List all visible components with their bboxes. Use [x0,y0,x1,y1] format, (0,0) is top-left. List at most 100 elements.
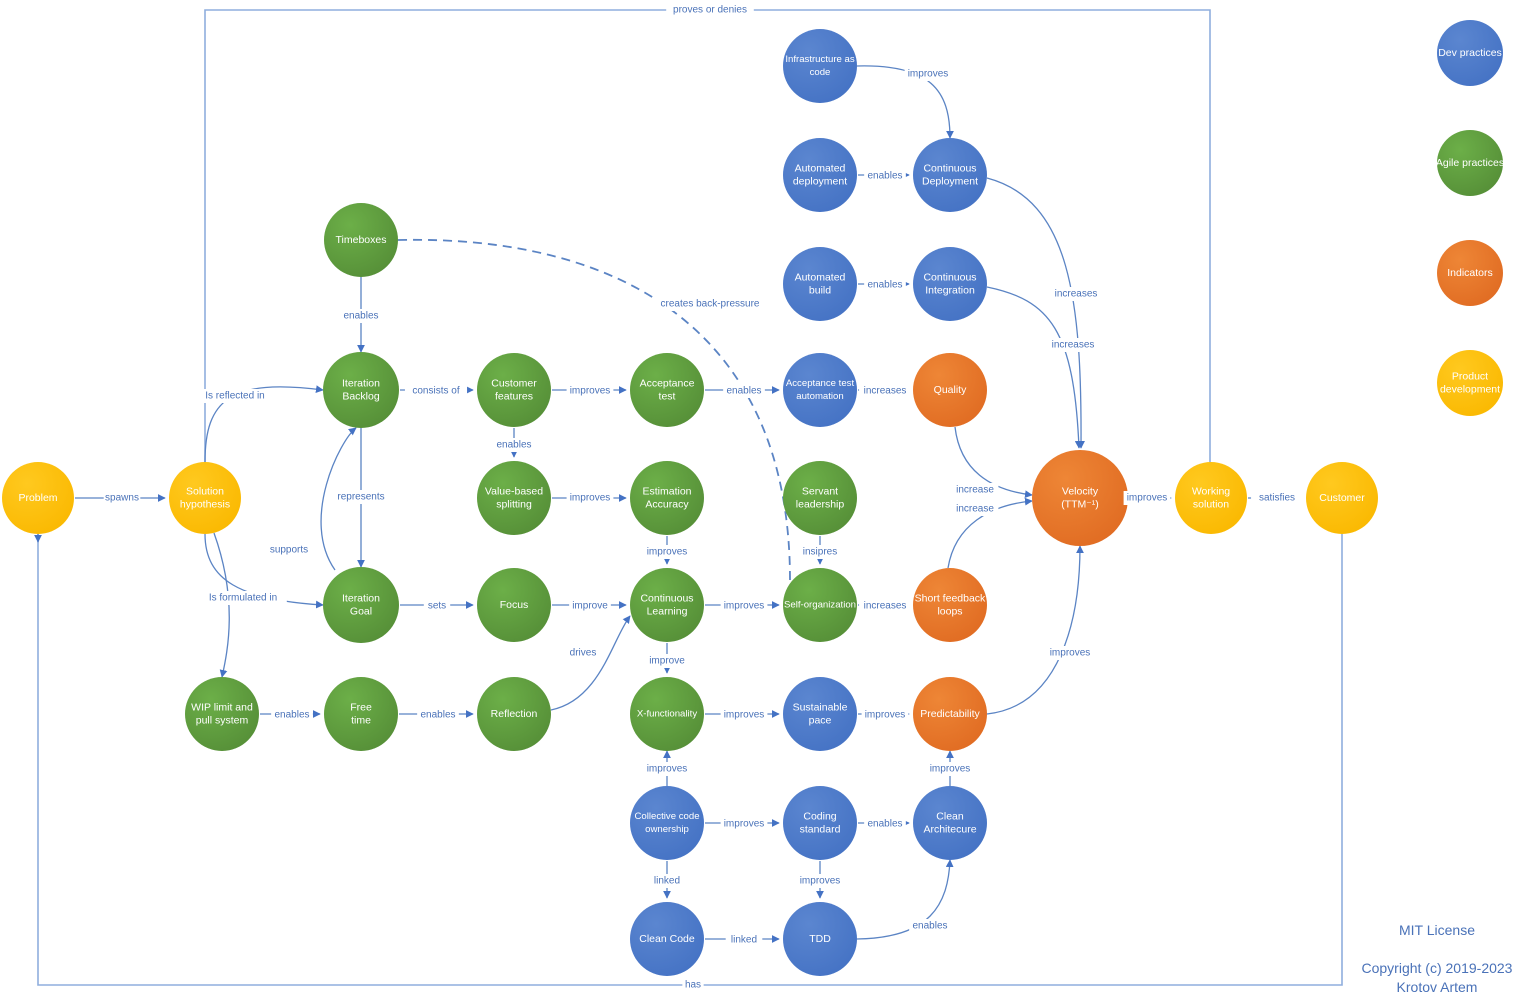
node-circle-automated-build[interactable] [783,247,857,321]
node-tdd[interactable]: TDD [783,902,857,976]
node-clean-code[interactable]: Clean Code [630,902,704,976]
node-estimation-accuracy[interactable]: EstimationAccuracy [630,461,704,535]
node-value-based-splitting[interactable]: Value-basedsplitting [477,461,551,535]
node-circle-short-feedback-loops[interactable] [913,568,987,642]
node-collective-code-ownership[interactable]: Collective codeownership [630,786,704,860]
node-reflection[interactable]: Reflection [477,677,551,751]
node-circle-problem[interactable] [2,462,74,534]
node-circle-servant-leadership[interactable] [783,461,857,535]
node-solution-hypothesis[interactable]: Solutionhypothesis [169,462,241,534]
edge-label-solution-hypothesis-to-iteration-backlog: Is reflected in [205,391,264,402]
edge-label-servant-leadership-to-self-organization: insipres [803,547,837,558]
node-circle-continuous-integration[interactable] [913,247,987,321]
node-circle-working-solution[interactable] [1175,462,1247,534]
node-sustainable-pace[interactable]: Sustainablepace [783,677,857,751]
node-coding-standard[interactable]: Codingstandard [783,786,857,860]
diagram-canvas: Problem Solution hypothesis Timeboxes Iterat… [0,0,1527,1005]
node-circle-clean-architecure[interactable] [913,786,987,860]
node-continuous-deployment[interactable]: ContinuousDeployment [913,138,987,212]
node-predictability[interactable]: Predictability [913,677,987,751]
node-circle-acceptance-test[interactable] [630,353,704,427]
node-circle-self-organization[interactable] [783,568,857,642]
node-circle-continuous-learning[interactable] [630,568,704,642]
node-circle-collective-code-ownership[interactable] [630,786,704,860]
legend-label: Agile practices [1436,157,1504,169]
node-circle-coding-standard[interactable] [783,786,857,860]
node-automated-deployment[interactable]: Automateddeployment [783,138,857,212]
node-circle-velocity[interactable] [1032,450,1128,546]
node-circle-x-functionality[interactable] [630,677,704,751]
edge-label-acceptance-test-automation-to-quality: increases [864,386,907,397]
edge-label-iteration-backlog-to-iteration-goal: represents [337,492,384,503]
node-circle-clean-code[interactable] [630,902,704,976]
node-circle-iteration-goal[interactable] [323,567,399,643]
edge-label-customer-features-to-acceptance-test: improves [570,386,611,397]
legend-item-agile-practices: Agile practices [1436,130,1504,196]
node-x-functionality[interactable]: X-functionality [630,677,704,751]
edge-label-working-solution-to-customer: satisfies [1259,493,1295,504]
node-infrastructure-as-code[interactable]: Infrastructure ascode [783,29,857,103]
node-circle-tdd[interactable] [783,902,857,976]
node-wip-limit[interactable]: WIP limit andpull system [185,677,259,751]
node-circle-focus[interactable] [477,568,551,642]
node-circle-timeboxes[interactable] [324,203,398,277]
node-velocity[interactable]: Velocity(TTM⁻¹) [1032,450,1128,546]
edge-label-infrastructure-as-code-to-continuous-deployment: improves [908,69,949,80]
node-circle-predictability[interactable] [913,677,987,751]
node-circle-iteration-backlog[interactable] [323,352,399,428]
license-block: MIT License Copyright (c) 2019-2023 Krot… [1362,922,1513,995]
node-acceptance-test-automation[interactable]: Acceptance testautomation [783,353,857,427]
influence-graph: Problem Solutionhypothesis Timeboxes Iterat… [2,3,1513,995]
edge-predictability-to-velocity [986,545,1084,715]
node-circle-customer[interactable] [1306,462,1378,534]
node-circle-continuous-deployment[interactable] [913,138,987,212]
node-continuous-integration[interactable]: ContinuousIntegration [913,247,987,321]
node-circle-automated-deployment[interactable] [783,138,857,212]
edge-label-focus-to-continuous-learning: improve [572,601,608,612]
edge-label-working-solution-to-solution-hypothesis: proves or denies [673,5,747,16]
node-short-feedback-loops[interactable]: Short feedbackloops [913,568,987,642]
node-circle-free-time[interactable] [324,677,398,751]
node-circle-solution-hypothesis[interactable] [169,462,241,534]
node-automated-build[interactable]: Automatedbuild [783,247,857,321]
edge-reflection-to-continuous-learning [550,615,631,711]
node-circle-reflection[interactable] [477,677,551,751]
node-customer-features[interactable]: Customerfeatures [477,353,551,427]
node-circle-value-based-splitting[interactable] [477,461,551,535]
node-circle-acceptance-test-automation[interactable] [783,353,857,427]
edge-label-customer-to-problem: has [685,980,701,991]
legend-label: Product [1452,370,1488,382]
edge-label-timeboxes-to-iteration-backlog: enables [343,311,378,322]
node-iteration-backlog[interactable]: IterationBacklog [323,352,399,428]
node-focus[interactable]: Focus [477,568,551,642]
legend-label: development [1440,383,1500,395]
node-iteration-goal[interactable]: IterationGoal [323,567,399,643]
node-quality[interactable]: Quality [913,353,987,427]
node-circle-quality[interactable] [913,353,987,427]
legend-item-dev-practices: Dev practices [1437,20,1503,86]
edge-label-iteration-goal-to-iteration-backlog: supports [270,545,308,556]
edge-label-customer-features-to-value-based-splitting: enables [496,440,531,451]
node-circle-sustainable-pace[interactable] [783,677,857,751]
edge-label-clean-architecure-to-predictability: improves [930,764,971,775]
node-timeboxes[interactable]: Timeboxes [324,203,398,277]
node-circle-infrastructure-as-code[interactable] [783,29,857,103]
node-continuous-learning[interactable]: ContinuousLearning [630,568,704,642]
edge-label-free-time-to-reflection: enables [420,710,455,721]
node-clean-architecure[interactable]: CleanArchitecure [913,786,987,860]
edge-label-quality-to-velocity: increase [956,485,994,496]
edge-timeboxes-to-self-organization [397,238,791,581]
node-circle-estimation-accuracy[interactable] [630,461,704,535]
node-working-solution[interactable]: Workingsolution [1175,462,1247,534]
edge-label-continuous-learning-to-x-functionality: improve [649,656,685,667]
node-circle-wip-limit[interactable] [185,677,259,751]
edge-label-solution-hypothesis-to-iteration-goal: Is formulated in [209,593,277,604]
node-circle-customer-features[interactable] [477,353,551,427]
node-self-organization[interactable]: Self-organization [783,568,857,642]
node-customer[interactable]: Customer [1306,462,1378,534]
node-free-time[interactable]: Freetime [324,677,398,751]
node-acceptance-test[interactable]: Acceptancetest [630,353,704,427]
node-problem[interactable]: Problem [2,462,74,534]
legend-item-product-development: Productdevelopment [1437,350,1503,416]
node-servant-leadership[interactable]: Servantleadership [783,461,857,535]
